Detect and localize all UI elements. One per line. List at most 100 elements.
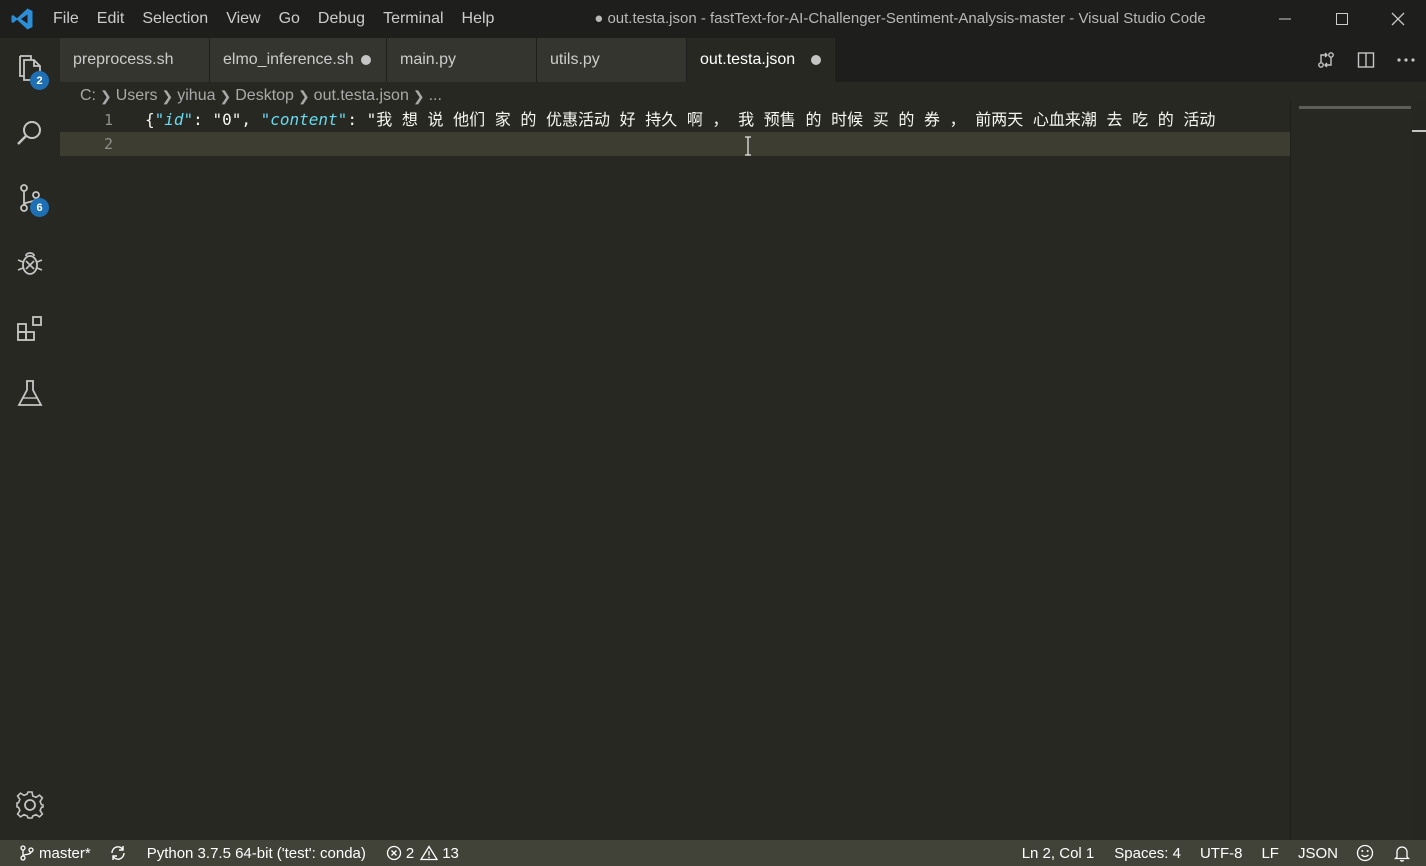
- vertical-scrollbar[interactable]: [1412, 100, 1426, 840]
- activity-debug[interactable]: [0, 235, 60, 291]
- cursor-position-label: Ln 2, Col 1: [1021, 844, 1095, 862]
- bell-icon: [1394, 846, 1410, 862]
- minimap-line: [1299, 106, 1411, 109]
- minimize-button[interactable]: [1256, 0, 1313, 38]
- eol-label: LF: [1261, 844, 1279, 862]
- extensions-icon: [17, 316, 42, 341]
- python-interpreter[interactable]: Python 3.7.5 64-bit ('test': conda): [147, 840, 366, 866]
- code-token: : "我 想 说 他们 家 的 优惠活动 好 持久 啊 ， 我 预售 的 时候 …: [347, 110, 1216, 129]
- split-editor-button[interactable]: [1346, 38, 1386, 82]
- close-window-button[interactable]: [1369, 0, 1426, 38]
- compare-changes-icon: [1318, 52, 1334, 68]
- unsaved-dot-icon[interactable]: [361, 55, 371, 65]
- search-icon: [17, 121, 41, 145]
- breadcrumb-file[interactable]: out.testa.json: [314, 87, 409, 105]
- maximize-button[interactable]: [1313, 0, 1370, 38]
- breadcrumb-symbol[interactable]: ...: [429, 87, 442, 105]
- unsaved-dot-icon[interactable]: [811, 55, 821, 65]
- git-branch-icon: [20, 845, 34, 861]
- menu-go[interactable]: Go: [270, 0, 309, 38]
- cursor-position[interactable]: Ln 2, Col 1: [1022, 840, 1095, 866]
- encoding-label: UTF-8: [1199, 844, 1243, 862]
- activity-extensions[interactable]: [0, 300, 60, 356]
- language-label: JSON: [1297, 844, 1338, 862]
- feedback-button[interactable]: [1356, 840, 1374, 866]
- window-title: ● out.testa.json - fastText-for-AI-Chall…: [594, 10, 1206, 27]
- chevron-right-icon: ❯: [412, 87, 425, 104]
- tab-label: out.testa.json: [700, 51, 796, 68]
- json-key: "id": [154, 110, 194, 129]
- code-text: {"id": "0", "content": "我 想 说 他们 家 的 优惠活…: [145, 108, 1215, 132]
- branch-status[interactable]: master*: [20, 840, 91, 866]
- menu-terminal[interactable]: Terminal: [374, 0, 452, 38]
- ellipsis-icon: [1397, 58, 1415, 62]
- activity-explorer[interactable]: 2: [0, 40, 60, 96]
- activity-bar: 2 6: [0, 38, 60, 840]
- tab-main-py[interactable]: main.py: [387, 38, 537, 82]
- error-icon: [386, 845, 402, 861]
- code-line-current[interactable]: 2: [60, 132, 1290, 156]
- activity-search[interactable]: [0, 105, 60, 161]
- minimize-icon: [1278, 18, 1291, 20]
- scrollbar-thumb[interactable]: [1412, 130, 1426, 132]
- menu-view[interactable]: View: [217, 0, 269, 38]
- open-changes-button[interactable]: [1306, 38, 1346, 82]
- breadcrumb-drive[interactable]: C:: [80, 87, 96, 105]
- error-count: 2: [405, 844, 415, 862]
- editor-tab-bar: preprocess.sh elmo_inference.sh main.py …: [60, 38, 1426, 82]
- language-mode[interactable]: JSON: [1298, 840, 1338, 866]
- chevron-right-icon: ❯: [219, 87, 232, 104]
- tab-label: main.py: [400, 51, 457, 68]
- source-control-badge: 6: [30, 198, 49, 217]
- branch-name: master*: [39, 844, 91, 862]
- activity-testing[interactable]: [0, 365, 60, 421]
- activity-source-control[interactable]: 6: [0, 170, 60, 226]
- close-icon: [1391, 12, 1404, 26]
- warning-count: 13: [442, 844, 459, 862]
- code-line[interactable]: 1 {"id": "0", "content": "我 想 说 他们 家 的 优…: [60, 108, 1290, 132]
- menu-file[interactable]: File: [44, 0, 88, 38]
- bug-icon: [17, 252, 43, 275]
- menu-bar: File Edit Selection View Go Debug Termin…: [44, 0, 503, 38]
- tab-out-testa-json[interactable]: out.testa.json: [687, 38, 836, 82]
- gear-icon: [16, 791, 44, 819]
- menu-edit[interactable]: Edit: [88, 0, 134, 38]
- text-cursor-icon: [745, 136, 751, 156]
- end-of-line[interactable]: LF: [1261, 840, 1279, 866]
- code-token: {: [145, 110, 155, 129]
- problems-status[interactable]: 2 13: [386, 840, 459, 866]
- activity-settings[interactable]: [0, 777, 60, 833]
- tab-utils-py[interactable]: utils.py: [537, 38, 687, 82]
- breadcrumb-users[interactable]: Users: [116, 87, 158, 105]
- warning-icon: [420, 845, 439, 861]
- minimap[interactable]: [1290, 100, 1413, 840]
- menu-debug[interactable]: Debug: [309, 0, 374, 38]
- split-editor-icon: [1357, 52, 1375, 68]
- sync-icon: [110, 846, 125, 860]
- line-number: 1: [103, 111, 113, 129]
- status-bar: master* Python 3.7.5 64-bit ('test': con…: [0, 840, 1426, 866]
- vscode-logo-icon: [11, 8, 33, 30]
- menu-help[interactable]: Help: [453, 0, 504, 38]
- encoding[interactable]: UTF-8: [1200, 840, 1243, 866]
- notifications-button[interactable]: [1394, 840, 1410, 866]
- flask-icon: [17, 380, 43, 406]
- title-bar: File Edit Selection View Go Debug Termin…: [0, 0, 1426, 38]
- sync-button[interactable]: [109, 840, 127, 866]
- breadcrumb-desktop[interactable]: Desktop: [235, 87, 294, 105]
- editor-actions: [1306, 38, 1426, 82]
- indentation[interactable]: Spaces: 4: [1114, 840, 1181, 866]
- code-token: : "0",: [193, 110, 261, 129]
- chevron-right-icon: ❯: [100, 87, 112, 104]
- explorer-badge: 2: [30, 71, 49, 90]
- tab-preprocess-sh[interactable]: preprocess.sh: [60, 38, 210, 82]
- tab-label: utils.py: [550, 51, 600, 68]
- code-editor[interactable]: 1 {"id": "0", "content": "我 想 说 他们 家 的 优…: [60, 108, 1290, 840]
- json-key: "content": [260, 110, 348, 129]
- breadcrumb-yihua[interactable]: yihua: [177, 87, 215, 105]
- menu-selection[interactable]: Selection: [133, 0, 217, 38]
- line-number: 2: [103, 135, 113, 153]
- tab-elmo-inference-sh[interactable]: elmo_inference.sh: [210, 38, 387, 82]
- tab-label: elmo_inference.sh: [223, 51, 354, 68]
- more-actions-button[interactable]: [1386, 38, 1426, 82]
